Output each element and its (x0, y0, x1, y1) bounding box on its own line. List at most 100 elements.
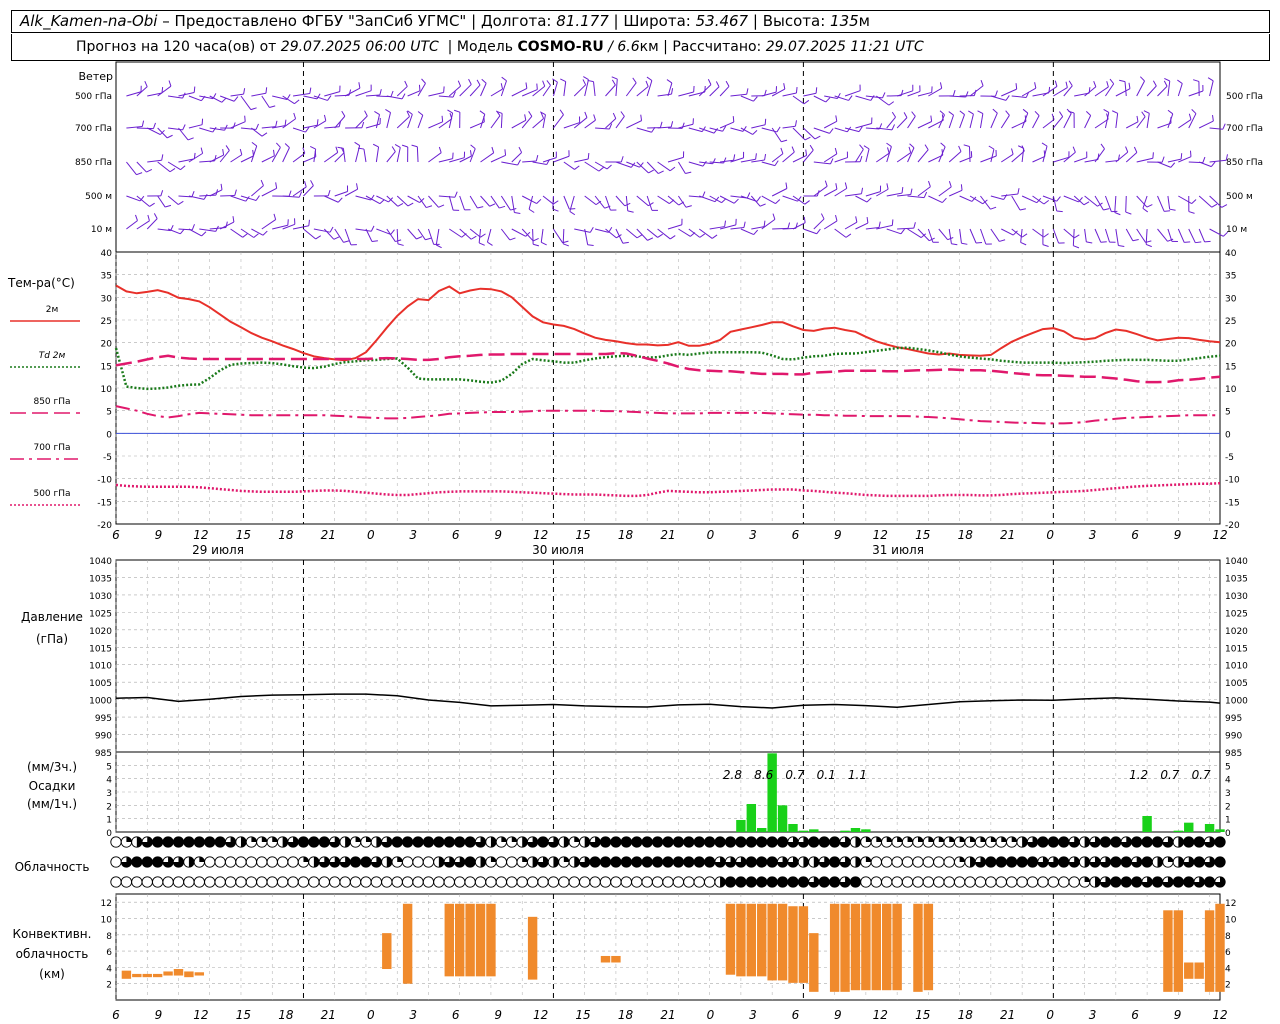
wind-barb (136, 214, 150, 230)
wind-barb (157, 161, 176, 173)
wind-barb-shaft (435, 228, 440, 246)
wind-barb-feather (401, 93, 406, 100)
wind-barb (562, 228, 569, 247)
wind-barb-shaft (1146, 85, 1157, 97)
precip-axis-tick-right: 2 (1225, 802, 1231, 812)
cloud-cover-fill (1027, 856, 1038, 868)
cloud-cover-circle (641, 876, 653, 888)
wind-barb-shaft (990, 112, 998, 129)
wind-barb (1209, 154, 1228, 163)
wind-barb-feather (775, 199, 781, 204)
wind-barb-feather (470, 144, 476, 150)
wind-barb-feather (1152, 152, 1154, 159)
wind-barb-shaft (1198, 228, 1206, 243)
wind-barb (855, 117, 873, 129)
wind-barb-shaft (886, 228, 902, 235)
wind-barb-feather (294, 99, 300, 105)
wind-barb-feather (147, 214, 150, 221)
wind-barb-feather (309, 87, 312, 94)
wind-barb-shaft (1063, 85, 1073, 97)
wind-barb-feather (645, 80, 649, 87)
conv-cloud-bar (788, 906, 798, 983)
wind-barb-shaft (636, 127, 652, 133)
wind-barb-shaft (500, 113, 503, 129)
wind-barb-shaft (136, 220, 150, 230)
wind-barb-shaft (1209, 159, 1227, 163)
time-axis-hour-label-bottom: 3 (409, 1008, 417, 1022)
wind-barb-shaft (657, 195, 670, 205)
cloud-cover-fill (714, 836, 726, 848)
cloud-cover-fill (756, 876, 767, 888)
cloud-cover-symbol (256, 836, 268, 848)
cloud-cover-symbol (1037, 876, 1049, 888)
conv-panel-frame (115, 893, 1221, 1001)
wind-barb (560, 78, 567, 97)
wind-level-label-left: 850 гПа (75, 158, 112, 168)
wind-barb-feather (1034, 82, 1037, 89)
wind-barb-shaft (1063, 113, 1072, 129)
time-axis-hour-label: 21 (321, 528, 336, 542)
cloud-cover-symbol (329, 856, 341, 868)
wind-barb-shaft (251, 92, 267, 97)
temp-legend-label: Td 2м (39, 351, 66, 361)
cloud-cover-fill (855, 856, 861, 868)
wind-barb (250, 141, 258, 163)
wind-barb (261, 182, 278, 197)
conv-axis-tick-right: 4 (1225, 964, 1231, 974)
wind-barb-feather (560, 78, 566, 82)
wind-barb-shaft (699, 195, 716, 203)
wind-barb (147, 86, 164, 97)
wind-barb-feather (335, 146, 339, 153)
wind-barb-feather (753, 229, 759, 235)
cloud-cover-symbol (172, 836, 185, 848)
wind-barb (792, 95, 810, 105)
cloud-cover-fill (1100, 836, 1111, 848)
cloud-cover-symbol (235, 856, 247, 868)
cloud-cover-symbol (724, 836, 737, 848)
cloud-cover-fill (1173, 876, 1184, 888)
cloud-cover-symbol (995, 856, 1007, 868)
wind-barb (1178, 113, 1192, 129)
cloud-cover-circle (183, 876, 195, 888)
wind-barb-shaft (1001, 153, 1014, 163)
wind-barb-shaft (646, 195, 653, 211)
wind-barb-shaft (342, 148, 346, 163)
wind-barb-feather (1177, 79, 1183, 84)
cloud-cover-symbol (651, 856, 664, 868)
wind-barb-shaft (292, 225, 309, 230)
wind-barb (563, 161, 580, 170)
wind-barb-feather (1106, 81, 1109, 88)
wind-barb-shaft (1126, 121, 1139, 129)
cloud-cover-fill (694, 856, 705, 868)
cloud-cover-symbol (329, 876, 341, 888)
wind-barb-feather (888, 101, 895, 106)
cloud-cover-symbol (120, 856, 133, 868)
pressure-axis-tick-left: 1010 (89, 662, 112, 672)
wind-barb-feather (536, 198, 542, 204)
precip-bar (1204, 824, 1215, 832)
wind-barb-shaft (792, 95, 805, 105)
wind-barb-feather (589, 226, 594, 233)
wind-barb-shaft (490, 195, 500, 209)
wind-barb-feather (275, 120, 278, 127)
wind-barb-feather (364, 110, 368, 117)
cloud-cover-symbol (881, 836, 893, 848)
wind-barb (605, 79, 616, 97)
wind-barb-feather (1109, 78, 1115, 85)
wind-barb (678, 118, 694, 129)
wind-barb (240, 123, 259, 130)
cloud-cover-circle (568, 876, 580, 888)
cloud-cover-fill (313, 856, 320, 868)
wind-barb-feather (269, 105, 276, 108)
wind-barb-feather (499, 205, 506, 209)
cloud-cover-symbol (526, 856, 539, 868)
wind-barb-shaft (1021, 112, 1029, 129)
cloud-cover-circle (401, 876, 414, 888)
wind-barb-shaft (573, 84, 586, 97)
wind-barb-shaft (542, 195, 554, 205)
wind-barb (1115, 146, 1129, 163)
wind-barb-feather (536, 83, 538, 90)
wind-barb-feather (952, 89, 956, 96)
wind-barb-feather (1180, 153, 1183, 160)
cloud-cover-fill (1016, 856, 1028, 868)
